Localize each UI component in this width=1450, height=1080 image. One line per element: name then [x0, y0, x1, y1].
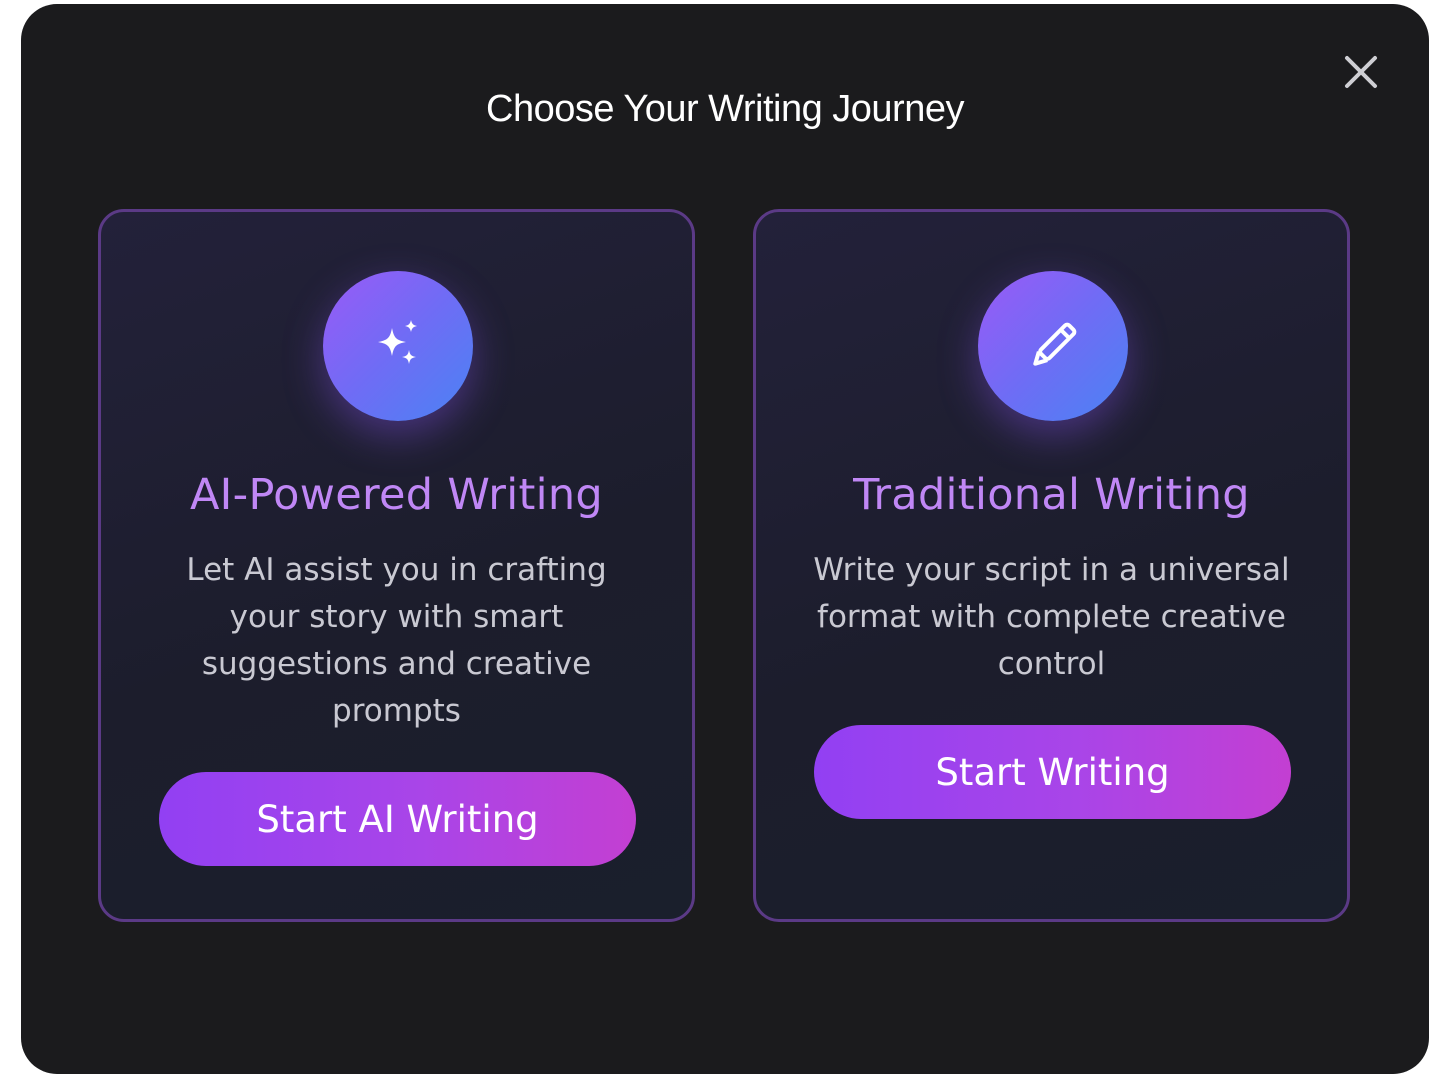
close-button[interactable] [1341, 52, 1381, 92]
sparkles-icon [378, 320, 417, 364]
pencil-icon [1033, 322, 1077, 366]
card-description: Write your script in a universal format … [813, 552, 1290, 682]
card-title: Traditional Writing [853, 470, 1250, 520]
card-title: AI-Powered Writing [189, 470, 604, 520]
start-ai-writing-button[interactable]: Start AI Writing [159, 772, 636, 866]
traditional-writing-card[interactable]: Traditional Writing Write your script in… [753, 209, 1350, 922]
card-description: Let AI assist you in crafting your story… [186, 552, 607, 729]
close-icon [1345, 56, 1377, 88]
traditional-icon-badge [978, 271, 1128, 421]
modal-title: Choose Your Writing Journey [486, 88, 964, 130]
writing-journey-modal: Choose Your Writing Journey AI-Powered W… [21, 4, 1429, 1074]
ai-icon-badge [323, 271, 473, 421]
ai-writing-card[interactable]: AI-Powered Writing Let AI assist you in … [98, 209, 695, 922]
start-writing-button[interactable]: Start Writing [814, 725, 1291, 819]
